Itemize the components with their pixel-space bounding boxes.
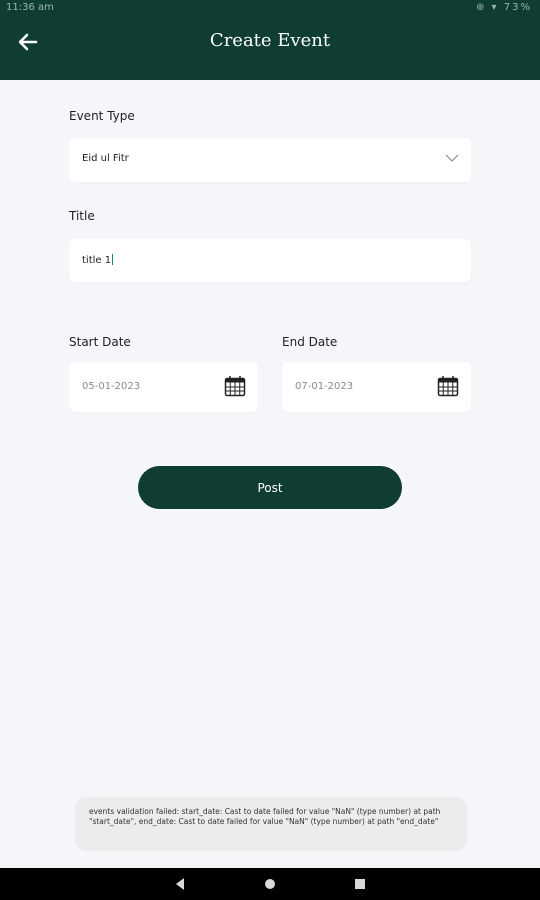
title-label: Title — [69, 209, 95, 223]
post-button[interactable]: Post — [138, 466, 402, 509]
event-type-dropdown[interactable]: Eid ul Fitr — [69, 138, 471, 182]
event-type-value: Eid ul Fitr — [82, 153, 129, 164]
nav-back-icon[interactable] — [173, 877, 187, 891]
event-type-label: Event Type — [69, 109, 135, 123]
status-time: 11:36 am — [6, 2, 54, 13]
error-toast-message: events validation failed: start_date: Ca… — [89, 807, 441, 826]
system-nav-bar — [0, 868, 540, 900]
chevron-down-icon — [445, 154, 459, 162]
title-input[interactable]: title 1 — [69, 239, 471, 282]
end-date-field[interactable]: 07-01-2023 — [282, 362, 471, 412]
start-date-label: Start Date — [69, 335, 131, 349]
status-icons: ⊕ ▾ 73% — [476, 2, 532, 13]
calendar-icon[interactable] — [437, 375, 459, 397]
calendar-icon[interactable] — [224, 375, 246, 397]
page-title: Create Event — [209, 30, 331, 51]
error-toast: events validation failed: start_date: Ca… — [75, 797, 467, 851]
status-signal-icon: ⊕ ▾ — [476, 2, 499, 13]
nav-recents-icon[interactable] — [353, 877, 367, 891]
title-text: title 1 — [82, 255, 112, 266]
app-bar: Create Event — [0, 18, 540, 80]
status-bar: 11:36 am ⊕ ▾ 73% — [0, 0, 540, 18]
start-date-field[interactable]: 05-01-2023 — [69, 362, 258, 412]
nav-home-icon[interactable] — [263, 877, 277, 891]
start-date-value: 05-01-2023 — [82, 381, 141, 392]
title-input-value: title 1 — [82, 254, 114, 266]
text-cursor — [112, 254, 114, 265]
status-battery-level: 73% — [503, 2, 532, 13]
end-date-label: End Date — [282, 335, 338, 349]
end-date-value: 07-01-2023 — [295, 381, 354, 392]
